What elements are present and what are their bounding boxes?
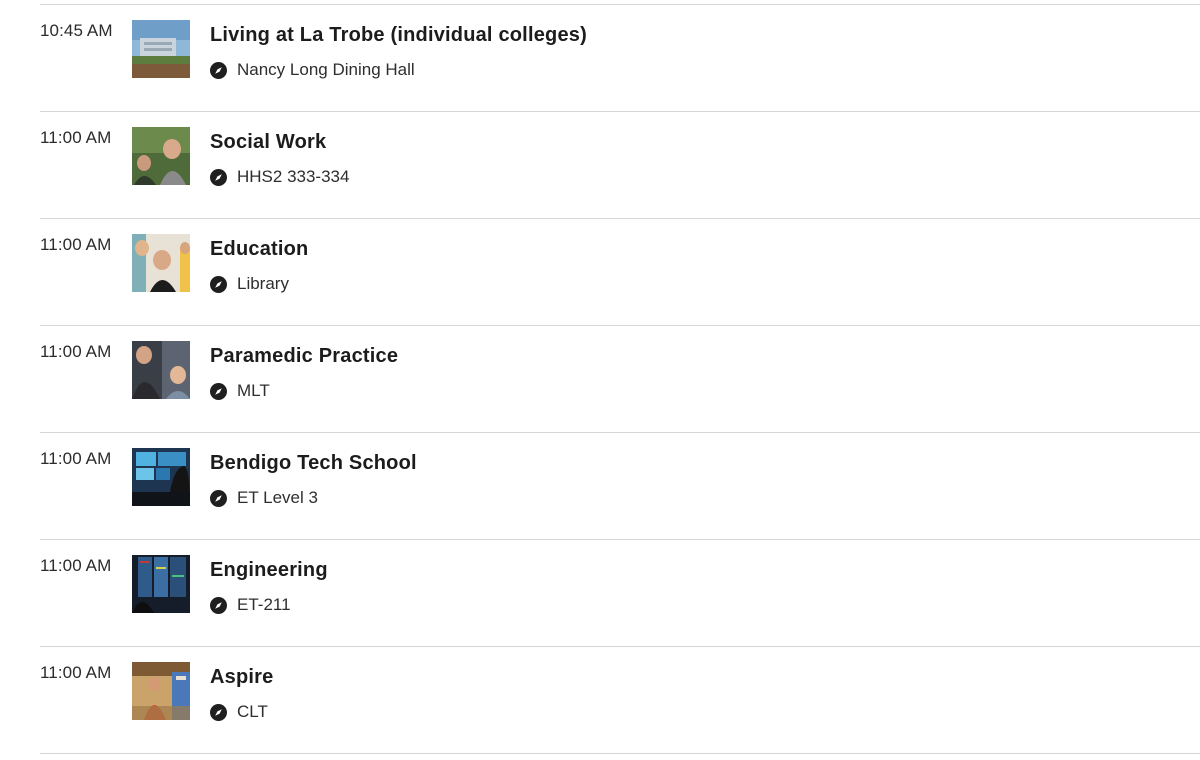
- event-location: Library: [210, 274, 289, 294]
- event-row[interactable]: 11:00 AM Paramedic Practice MLT: [40, 326, 1200, 433]
- event-title[interactable]: Paramedic Practice: [210, 345, 398, 368]
- event-title[interactable]: Aspire: [210, 666, 273, 689]
- event-row[interactable]: 11:00 AM Aspire CLT: [40, 647, 1200, 754]
- event-row[interactable]: 10:45 AM Living at La Trobe (individual …: [40, 5, 1200, 112]
- event-thumbnail[interactable]: [132, 341, 190, 399]
- event-title[interactable]: Living at La Trobe (individual colleges): [210, 24, 587, 47]
- event-time: 11:00 AM: [40, 449, 112, 468]
- compass-icon: [210, 382, 227, 400]
- event-time: 11:00 AM: [40, 235, 112, 254]
- event-location: ET-211: [210, 595, 291, 615]
- event-thumbnail[interactable]: [132, 234, 190, 292]
- event-thumbnail[interactable]: [132, 555, 190, 613]
- event-location: ET Level 3: [210, 488, 318, 508]
- event-time: 11:00 AM: [40, 128, 112, 147]
- event-title[interactable]: Bendigo Tech School: [210, 452, 417, 475]
- event-location: CLT: [210, 702, 268, 722]
- event-location-label: ET-211: [237, 595, 291, 614]
- compass-icon: [210, 703, 227, 721]
- compass-icon: [210, 275, 227, 293]
- compass-icon: [210, 596, 227, 614]
- event-location: HHS2 333-334: [210, 167, 349, 187]
- event-location: Nancy Long Dining Hall: [210, 60, 415, 80]
- compass-icon: [210, 168, 227, 186]
- event-location-label: Nancy Long Dining Hall: [237, 60, 415, 79]
- event-time: 11:00 AM: [40, 663, 112, 682]
- compass-icon: [210, 61, 227, 79]
- event-location-label: MLT: [237, 381, 270, 400]
- compass-icon: [210, 489, 227, 507]
- event-schedule-list: 10:45 AM Living at La Trobe (individual …: [40, 4, 1200, 754]
- event-thumbnail[interactable]: [132, 20, 190, 78]
- event-time: 10:45 AM: [40, 21, 113, 40]
- event-row[interactable]: 11:00 AM Social Work HHS2 333-334: [40, 112, 1200, 219]
- event-location-label: ET Level 3: [237, 488, 318, 507]
- event-thumbnail[interactable]: [132, 448, 190, 506]
- event-location-label: Library: [237, 274, 289, 293]
- event-thumbnail[interactable]: [132, 662, 190, 720]
- event-location-label: CLT: [237, 702, 268, 721]
- event-row[interactable]: 11:00 AM Education Library: [40, 219, 1200, 326]
- event-title[interactable]: Social Work: [210, 131, 326, 154]
- event-title[interactable]: Education: [210, 238, 308, 261]
- event-row[interactable]: 11:00 AM Engineering ET-211: [40, 540, 1200, 647]
- event-title[interactable]: Engineering: [210, 559, 328, 582]
- event-thumbnail[interactable]: [132, 127, 190, 185]
- event-time: 11:00 AM: [40, 556, 112, 575]
- event-location-label: HHS2 333-334: [237, 167, 350, 186]
- event-time: 11:00 AM: [40, 342, 112, 361]
- event-row[interactable]: 11:00 AM Bendigo Tech School ET Level 3: [40, 433, 1200, 540]
- event-location: MLT: [210, 381, 270, 401]
